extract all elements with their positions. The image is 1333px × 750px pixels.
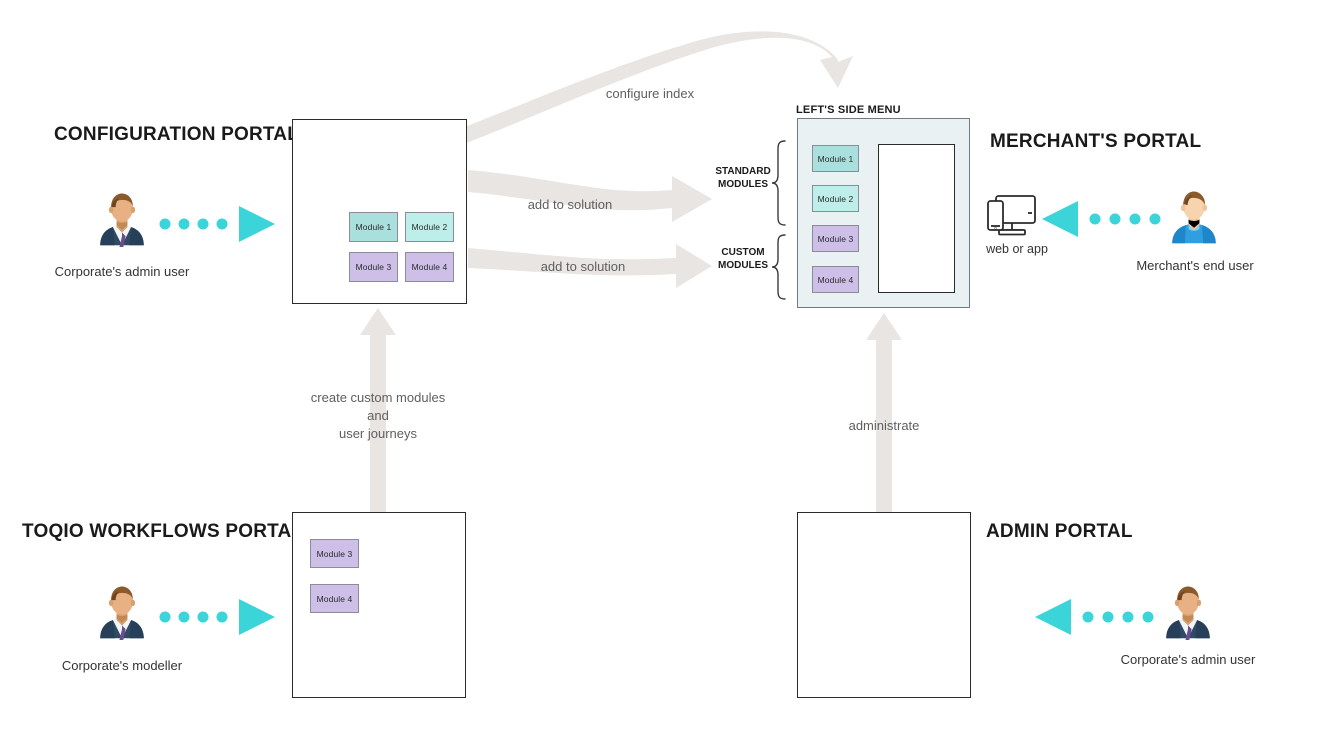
teal-arrow-merchant-to-device — [1042, 201, 1161, 237]
merchant-module-3[interactable]: Module 3 — [812, 225, 859, 252]
caption-corporate-admin-user-top: Corporate's admin user — [54, 264, 190, 279]
merchant-side-menu-label: LEFT'S SIDE MENU — [796, 104, 901, 116]
bracket-custom-line1: CUSTOM — [721, 247, 765, 258]
page-title-admin-portal: ADMIN PORTAL — [986, 521, 1133, 542]
page-title-merchant-portal: MERCHANT'S PORTAL — [990, 131, 1202, 152]
businessman-avatar-icon — [1166, 586, 1210, 640]
flow-arrow-administrate — [866, 313, 902, 512]
diagram-canvas — [100, 31, 1216, 640]
flow-arrow-add-standard — [468, 170, 712, 222]
teal-arrow-admin-to-adminportal — [1035, 599, 1154, 635]
bracket-standard-line1: STANDARD — [715, 166, 771, 177]
monitor-and-phone-icon — [987, 195, 1036, 236]
create-modules-line2: and — [367, 408, 389, 423]
config-module-1[interactable]: Module 1 — [349, 212, 398, 242]
bracket-label-custom-modules: CUSTOM MODULES — [704, 246, 782, 272]
config-module-4[interactable]: Module 4 — [405, 252, 454, 282]
caption-corporate-modeller: Corporate's modeller — [61, 658, 183, 673]
flow-label-create-custom-modules: create custom modules and user journeys — [288, 389, 468, 443]
admin-portal-frame[interactable] — [797, 512, 971, 698]
flow-label-administrate: administrate — [848, 418, 920, 433]
caption-corporate-admin-user-bottom: Corporate's admin user — [1120, 652, 1256, 667]
bracket-label-standard-modules: STANDARD MODULES — [704, 165, 782, 191]
caption-merchant-end-user: Merchant's end user — [1136, 258, 1254, 273]
toqio-module-4[interactable]: Module 4 — [310, 584, 359, 613]
config-module-3[interactable]: Module 3 — [349, 252, 398, 282]
businessman-avatar-icon — [100, 586, 144, 640]
bracket-custom-line2: MODULES — [718, 260, 768, 271]
create-modules-line3: user journeys — [338, 426, 418, 441]
config-module-2[interactable]: Module 2 — [405, 212, 454, 242]
merchant-module-4[interactable]: Module 4 — [812, 266, 859, 293]
merchant-module-2[interactable]: Module 2 — [812, 185, 859, 212]
page-title-toqio-workflows-portal: TOQIO WORKFLOWS PORTAL — [22, 521, 304, 542]
flow-label-configure-index: configure index — [605, 86, 695, 101]
merchant-content-pane[interactable] — [878, 144, 955, 293]
teal-arrow-admin-to-config — [159, 206, 275, 242]
merchant-module-1[interactable]: Module 1 — [812, 145, 859, 172]
toqio-module-3[interactable]: Module 3 — [310, 539, 359, 568]
flow-label-add-to-solution-standard: add to solution — [527, 197, 613, 212]
caption-web-or-app: web or app — [986, 242, 1048, 256]
casual-user-avatar-icon — [1172, 191, 1216, 244]
bracket-standard-line2: MODULES — [718, 179, 768, 190]
businessman-avatar-icon — [100, 193, 144, 247]
flow-label-add-to-solution-custom: add to solution — [540, 259, 626, 274]
page-title-configuration-portal: CONFIGURATION PORTAL — [54, 124, 299, 145]
teal-arrow-modeller-to-toqio — [159, 599, 275, 635]
create-modules-line1: create custom modules — [310, 390, 446, 405]
